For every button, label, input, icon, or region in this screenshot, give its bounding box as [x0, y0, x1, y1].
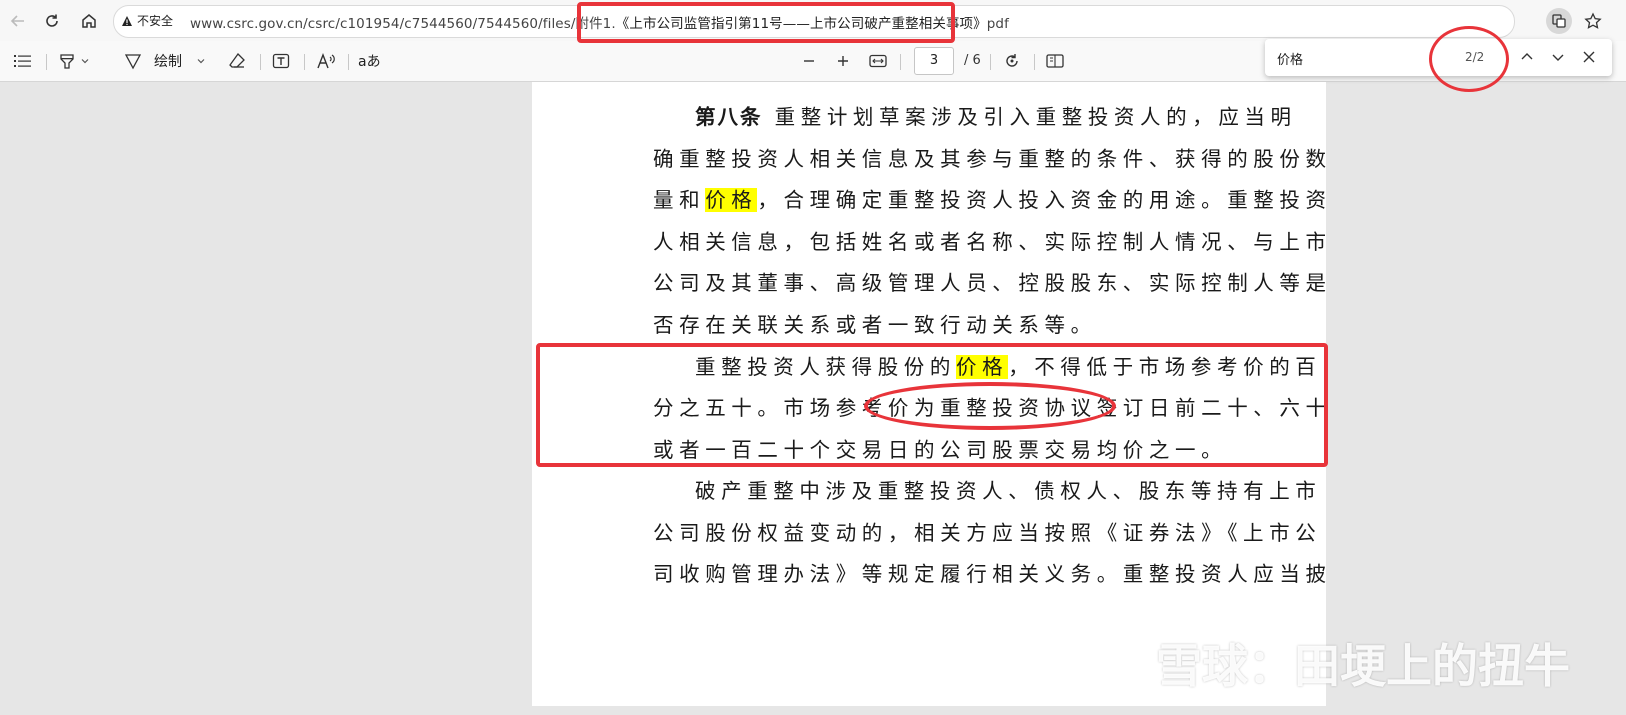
draw-label: 绘制 — [154, 54, 182, 70]
draw-icon — [124, 54, 142, 70]
text-line: 量和价格，合理确定重整投资人投入资金的用途。重整投资 — [653, 183, 1332, 213]
immersive-reader-button[interactable]: aあ — [358, 49, 381, 73]
eraser-icon — [229, 53, 245, 68]
warning-icon — [122, 15, 132, 26]
contents-button[interactable] — [14, 49, 32, 73]
refresh-icon — [46, 14, 58, 27]
fit-width-icon — [869, 54, 887, 68]
security-indicator[interactable]: 不安全 — [121, 12, 173, 29]
chevron-down-icon — [197, 59, 205, 64]
watermark-text: 雪球：田埂上的扭牛 — [1156, 639, 1570, 693]
divider — [304, 54, 305, 70]
url-suffix: pdf — [986, 16, 1009, 32]
text-span: 量和 — [653, 188, 706, 212]
chevron-down-icon — [81, 59, 89, 64]
zoom-in-button[interactable] — [836, 49, 850, 73]
zoom-out-button[interactable] — [802, 49, 816, 73]
watermark: 雪球：田埂上的扭牛 — [1092, 630, 1570, 696]
annotation-box-url — [577, 2, 955, 43]
text-line: 司收购管理办法》等规定履行相关义务。重整投资人应当披 — [653, 562, 1332, 586]
rotate-button[interactable] — [1003, 49, 1021, 73]
translate-icon — [1552, 14, 1566, 28]
back-button[interactable] — [4, 7, 32, 35]
divider — [900, 54, 901, 70]
annotation-ellipse-phrase — [864, 382, 1116, 430]
refresh-button[interactable] — [38, 7, 66, 35]
divider — [990, 54, 991, 70]
chevron-up-icon — [1521, 53, 1533, 60]
find-next-button[interactable] — [1547, 46, 1569, 68]
star-icon — [1584, 12, 1602, 29]
find-input[interactable]: 价格 — [1277, 49, 1303, 68]
highlight-button[interactable] — [58, 49, 90, 73]
text-line: 否存在关联关系或者一致行动关系等。 — [653, 313, 1097, 337]
highlighter-icon — [60, 54, 74, 69]
url-prefix: www.csrc.gov.cn/csrc/c101954/c7544560/75… — [190, 16, 616, 32]
erase-button[interactable] — [228, 49, 246, 73]
text-line: 第八条 重整计划草案涉及引入重整投资人的，应当明 — [695, 100, 1297, 130]
divider — [348, 54, 349, 70]
chevron-down-icon — [1552, 54, 1564, 61]
text-line: 破产重整中涉及重整投资人、债权人、股东等持有上市 — [695, 479, 1322, 503]
text-line: 公司及其董事、高级管理人员、控股股东、实际控制人等是 — [653, 271, 1332, 295]
annotation-circle-count — [1429, 26, 1509, 92]
fit-width-button[interactable] — [869, 49, 887, 73]
page-total: / 6 — [964, 53, 981, 68]
read-aloud-button[interactable] — [316, 49, 336, 73]
text-box-icon — [272, 53, 290, 69]
text-line: 人相关信息，包括姓名或者名称、实际控制人情况、与上市 — [653, 230, 1332, 254]
list-icon — [14, 55, 31, 67]
home-icon — [82, 14, 96, 28]
read-aloud-icon — [317, 53, 335, 69]
page-number-input[interactable]: 3 — [914, 47, 954, 75]
divider — [260, 54, 261, 70]
article-heading: 第八条 — [695, 105, 763, 129]
plus-icon — [838, 56, 848, 66]
search-highlight: 价格 — [705, 188, 758, 212]
rotate-icon — [1006, 54, 1018, 67]
translate-button[interactable] — [1546, 8, 1572, 34]
page-view-icon — [1046, 54, 1064, 68]
draw-button[interactable]: 绘制 — [124, 49, 206, 73]
back-arrow-icon — [10, 15, 24, 27]
favorite-button[interactable] — [1580, 8, 1606, 34]
security-label: 不安全 — [137, 14, 174, 28]
text-span: 重整计划草案涉及引入重整投资人的，应当明 — [762, 105, 1297, 129]
text-span: ，合理确定重整投资人投入资金的用途。重整投资 — [757, 188, 1332, 212]
divider — [46, 54, 47, 70]
find-previous-button[interactable] — [1516, 46, 1538, 68]
find-close-button[interactable] — [1578, 46, 1600, 68]
divider — [1034, 54, 1035, 70]
close-icon — [1583, 51, 1595, 63]
home-button[interactable] — [75, 7, 103, 35]
page-view-button[interactable] — [1046, 49, 1064, 73]
text-line: 确重整投资人相关信息及其参与重整的条件、获得的股份数 — [653, 147, 1332, 171]
minus-icon — [804, 60, 814, 62]
snowball-logo-icon — [1093, 637, 1145, 689]
immersive-reader-label: aあ — [358, 54, 381, 70]
add-text-button[interactable] — [272, 49, 290, 73]
text-line: 公司股份权益变动的，相关方应当按照《证券法》《上市公 — [653, 521, 1322, 545]
